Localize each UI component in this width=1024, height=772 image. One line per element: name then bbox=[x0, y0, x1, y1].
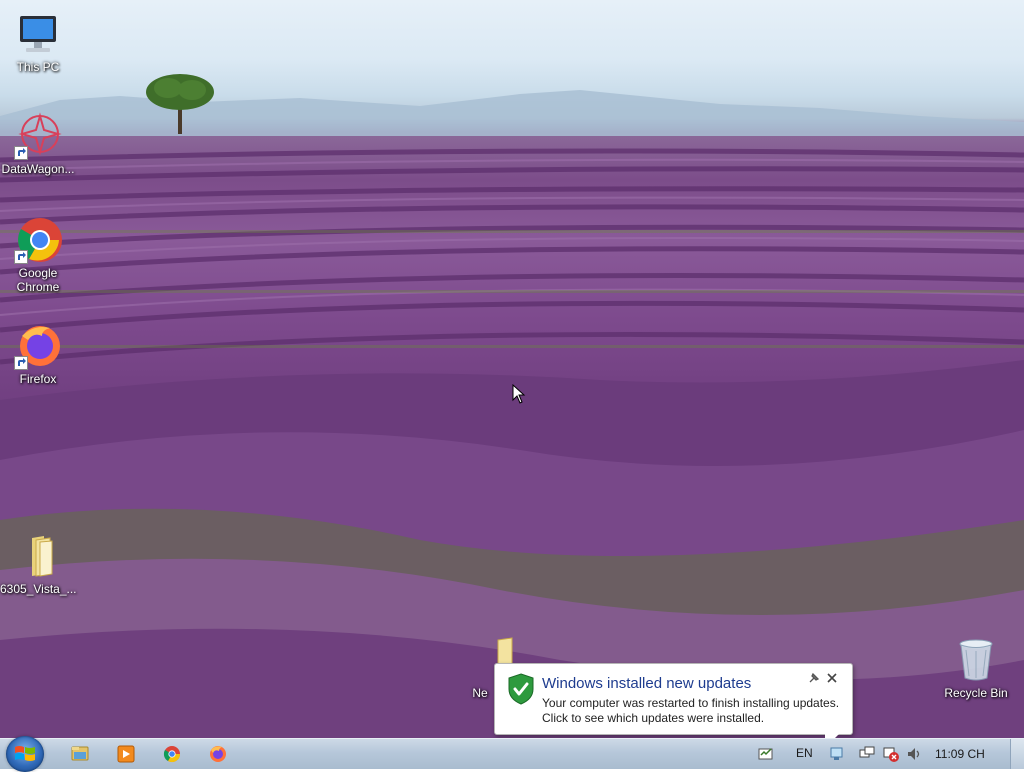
shortcut-arrow-icon bbox=[14, 250, 28, 264]
explorer-icon bbox=[71, 746, 89, 761]
media-player-icon bbox=[117, 745, 135, 763]
desktop-icon-label: DataWagon... bbox=[1, 162, 75, 176]
taskbar-firefox-button[interactable] bbox=[200, 742, 236, 766]
show-desktop-button[interactable] bbox=[1010, 739, 1024, 769]
desktop-icon-label: Recycle Bin bbox=[944, 686, 1008, 700]
recycle-bin-icon bbox=[952, 636, 1000, 684]
close-icon[interactable] bbox=[825, 672, 839, 686]
taskbar-media-player-button[interactable] bbox=[108, 742, 144, 766]
taskbar-clock[interactable]: 11:09 CH bbox=[935, 747, 985, 761]
computer-icon bbox=[14, 10, 62, 58]
desktop-icon-datawagon[interactable]: DataWagon... bbox=[0, 112, 76, 176]
network-adapter-icon[interactable] bbox=[858, 744, 876, 764]
tree-graphic bbox=[146, 74, 214, 134]
chrome-icon bbox=[14, 216, 62, 264]
desktop-icon-label: Ne bbox=[472, 686, 488, 700]
desktop-icon-label: Firefox bbox=[19, 372, 57, 386]
language-indicator[interactable]: EN bbox=[796, 746, 813, 766]
start-button[interactable] bbox=[6, 736, 44, 772]
taskbar-explorer-button[interactable] bbox=[62, 742, 98, 766]
action-center-icon[interactable] bbox=[757, 744, 775, 764]
windows-logo-icon bbox=[15, 746, 35, 761]
chrome-icon bbox=[163, 746, 181, 763]
desktop-icon-label: Google Chrome bbox=[16, 266, 60, 294]
shortcut-arrow-icon bbox=[14, 146, 28, 160]
mouse-cursor-icon bbox=[512, 384, 526, 404]
windows-update-notification[interactable]: Windows installed new updates Your compu… bbox=[494, 663, 853, 748]
datawagon-icon bbox=[14, 112, 62, 160]
desktop-icon-6305-vista-folder[interactable]: 6305_Vista_... bbox=[0, 532, 77, 596]
notification-line-1: Your computer was restarted to finish in… bbox=[542, 696, 840, 710]
firefox-icon bbox=[210, 746, 226, 762]
volume-icon[interactable] bbox=[905, 744, 923, 764]
desktop-icon-recycle-bin[interactable]: Recycle Bin bbox=[936, 636, 1016, 700]
desktop-icon-label: This PC bbox=[16, 60, 60, 74]
taskbar: EN 11:09 CH bbox=[0, 736, 1024, 772]
lavender-rows-graphic bbox=[0, 148, 1024, 365]
desktop-icon-label: 6305_Vista_... bbox=[0, 582, 77, 596]
desktop-icon-google-chrome[interactable]: Google Chrome bbox=[0, 216, 76, 294]
desktop-icon-firefox[interactable]: Firefox bbox=[0, 322, 76, 386]
shield-check-icon bbox=[508, 673, 534, 705]
pin-options-icon[interactable] bbox=[807, 672, 821, 686]
notification-line-2: Click to see which updates were installe… bbox=[542, 711, 765, 725]
desktop-wallpaper[interactable] bbox=[0, 0, 1024, 738]
firefox-icon bbox=[14, 322, 62, 370]
notification-title: Windows installed new updates bbox=[542, 675, 752, 692]
network-error-icon[interactable] bbox=[882, 744, 900, 764]
shortcut-arrow-icon bbox=[14, 356, 28, 370]
network-icon[interactable] bbox=[828, 744, 846, 764]
folder-icon bbox=[14, 532, 62, 580]
desktop-icon-this-pc[interactable]: This PC bbox=[0, 10, 76, 74]
taskbar-chrome-button[interactable] bbox=[154, 742, 190, 766]
